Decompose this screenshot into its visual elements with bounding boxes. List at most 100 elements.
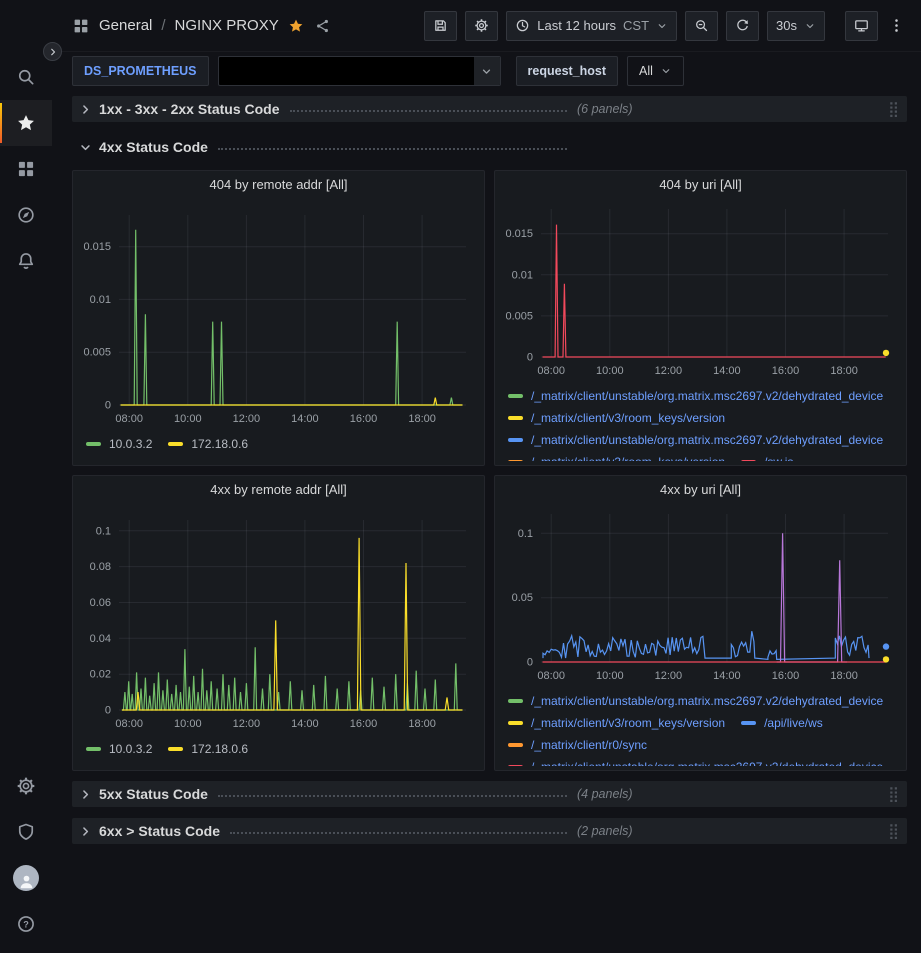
row-lead: 6xx > Status Code [99, 823, 577, 839]
sidebar-item-profile[interactable] [0, 855, 52, 901]
legend-item[interactable]: /_matrix/client/v3/room_keys/version [508, 451, 725, 461]
sidebar-item-explore[interactable] [0, 192, 52, 238]
row-lead: 1xx - 3xx - 2xx Status Code [99, 101, 577, 117]
time-series-chart[interactable]: 08:0010:0012:0014:0016:0018:0000.0050.01… [495, 199, 906, 383]
legend-item[interactable]: /api/live/ws [741, 712, 823, 734]
svg-text:0.01: 0.01 [90, 294, 111, 306]
timezone-label: CST [623, 18, 649, 33]
legend-item[interactable]: /_matrix/client/unstable/org.matrix.msc2… [508, 385, 883, 407]
svg-text:0.02: 0.02 [90, 669, 111, 681]
legend-item[interactable]: 172.18.0.6 [168, 738, 248, 760]
gear-icon [474, 18, 489, 33]
panel-legend: 10.0.3.2 172.18.0.6 [73, 736, 484, 766]
svg-text:0.01: 0.01 [512, 269, 533, 281]
variable-label-request-host[interactable]: request_host [516, 56, 619, 86]
legend-item[interactable]: 10.0.3.2 [86, 738, 152, 760]
legend-item[interactable]: 10.0.3.2 [86, 433, 152, 455]
panel-title[interactable]: 404 by uri [All] [495, 171, 906, 199]
row-drag-handle-icon[interactable]: ⣿ [888, 102, 899, 117]
svg-text:0.05: 0.05 [512, 592, 533, 604]
time-series-chart[interactable]: 08:0010:0012:0014:0016:0018:0000.020.040… [73, 504, 484, 736]
legend-item[interactable]: /_matrix/client/unstable/org.matrix.msc2… [508, 690, 883, 712]
dashboard-settings-button[interactable] [465, 11, 498, 41]
more-options-kebab-button[interactable] [886, 15, 907, 36]
legend-item[interactable]: /sw.js [741, 451, 793, 461]
grafana-logo-icon[interactable] [0, 8, 52, 48]
refresh-dashboard-button[interactable] [726, 11, 759, 41]
sidebar-top-nav [0, 54, 52, 284]
panel-4xx-by-remote-addr: 4xx by remote addr [All] 08:0010:0012:00… [72, 475, 485, 771]
compass-icon [16, 205, 36, 225]
legend-series-marker [168, 442, 183, 446]
sidebar-item-alerting[interactable] [0, 238, 52, 284]
row-dotted-leader [218, 795, 567, 797]
sidebar-item-search[interactable] [0, 54, 52, 100]
legend-series-label: /api/live/ws [764, 716, 823, 730]
dashboards-grid-icon [16, 159, 36, 179]
legend-item[interactable]: /_matrix/client/unstable/org.matrix.msc2… [508, 756, 883, 766]
row-title: 4xx Status Code [99, 139, 208, 155]
svg-text:0: 0 [105, 400, 111, 412]
time-series-chart[interactable]: 08:0010:0012:0014:0016:0018:0000.050.1 [495, 504, 906, 688]
time-range-picker[interactable]: Last 12 hours CST [506, 11, 677, 41]
refresh-interval-picker[interactable]: 30s [767, 11, 825, 41]
tv-mode-button[interactable] [845, 11, 878, 41]
share-icon [315, 18, 331, 34]
row-drag-handle-icon[interactable]: ⣿ [888, 787, 899, 802]
legend-series-label: /_matrix/client/v3/room_keys/version [531, 716, 725, 730]
panel-title[interactable]: 4xx by remote addr [All] [73, 476, 484, 504]
dashboard-row-5xx[interactable]: 5xx Status Code (4 panels) ⣿ [72, 781, 907, 807]
legend-series-marker [508, 765, 523, 766]
user-icon [17, 872, 36, 891]
panel-title[interactable]: 4xx by uri [All] [495, 476, 906, 504]
dashboard-row-1xx-3xx-2xx[interactable]: 1xx - 3xx - 2xx Status Code (6 panels) ⣿ [72, 96, 907, 122]
panel-legend: /_matrix/client/unstable/org.matrix.msc2… [495, 383, 906, 461]
variable-value-request-host[interactable]: All [627, 56, 684, 86]
star-filled-icon [288, 18, 304, 34]
search-icon [16, 67, 36, 87]
sidebar-item-configuration[interactable] [0, 763, 52, 809]
select-chevron-cell [474, 57, 500, 85]
legend-series-label: /_matrix/client/unstable/org.matrix.msc2… [531, 389, 883, 403]
svg-text:16:00: 16:00 [772, 670, 800, 682]
row-dotted-leader [230, 832, 567, 834]
dashboard-toolbar: Last 12 hours CST 30s [424, 11, 907, 41]
legend-item[interactable]: /_matrix/client/r0/sync [508, 734, 647, 756]
save-dashboard-button[interactable] [424, 11, 457, 41]
time-series-chart[interactable]: 08:0010:0012:0014:0016:0018:0000.0050.01… [73, 199, 484, 431]
panel-title[interactable]: 404 by remote addr [All] [73, 171, 484, 199]
legend-series-label: /_matrix/client/v3/room_keys/version [531, 411, 725, 425]
svg-text:0.08: 0.08 [90, 561, 111, 573]
legend-series-marker [508, 460, 523, 461]
svg-text:16:00: 16:00 [350, 718, 378, 730]
legend-series-marker [86, 747, 101, 751]
legend-series-label: 10.0.3.2 [109, 437, 152, 451]
variable-label-ds-prometheus[interactable]: DS_PROMETHEUS [72, 56, 209, 86]
row-lead: 5xx Status Code [99, 786, 577, 802]
svg-text:18:00: 18:00 [830, 365, 858, 377]
share-dashboard-button[interactable] [315, 18, 331, 34]
sidebar-item-server-admin[interactable] [0, 809, 52, 855]
legend-item[interactable]: 172.18.0.6 [168, 433, 248, 455]
sidebar-item-help[interactable] [0, 901, 52, 947]
legend-series-marker [508, 743, 523, 747]
time-range-label: Last 12 hours [537, 18, 616, 33]
breadcrumb-folder[interactable]: General [99, 17, 152, 34]
legend-item[interactable]: /_matrix/client/unstable/org.matrix.msc2… [508, 429, 883, 451]
sidebar-item-starred[interactable] [0, 100, 52, 146]
legend-item[interactable]: /_matrix/client/v3/room_keys/version [508, 712, 725, 734]
svg-text:0.015: 0.015 [505, 228, 533, 240]
sidebar-expand-button[interactable] [43, 42, 62, 61]
dashboard-row-6xx[interactable]: 6xx > Status Code (2 panels) ⣿ [72, 818, 907, 844]
sidebar-item-dashboards[interactable] [0, 146, 52, 192]
legend-series-marker [86, 442, 101, 446]
datasource-select[interactable] [218, 56, 501, 86]
breadcrumb-separator: / [161, 17, 165, 34]
legend-item[interactable]: /_matrix/client/v3/room_keys/version [508, 407, 725, 429]
svg-text:10:00: 10:00 [174, 718, 202, 730]
favorite-star-button[interactable] [288, 18, 304, 34]
dashboard-row-4xx[interactable]: 4xx Status Code [72, 134, 907, 160]
legend-series-label: /_matrix/client/v3/room_keys/version [531, 455, 725, 461]
zoom-out-time-button[interactable] [685, 11, 718, 41]
row-drag-handle-icon[interactable]: ⣿ [888, 824, 899, 839]
